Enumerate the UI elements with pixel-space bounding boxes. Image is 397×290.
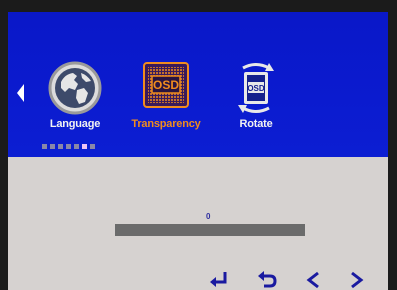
menu-item-language[interactable]: Language: [30, 60, 120, 140]
right-arrow-icon[interactable]: [348, 270, 366, 290]
menu-item-label: Language: [49, 118, 101, 130]
page-dot: [82, 144, 87, 149]
page-indicator: [42, 144, 122, 150]
osd-transparency-icon: OSD: [143, 62, 189, 108]
page-dot: [58, 144, 63, 149]
menu-item-transparency[interactable]: OSD Transparency: [121, 60, 211, 140]
menu-item-label: Rotate: [239, 118, 273, 130]
osd-rotate-icon: OSD: [238, 63, 274, 113]
menu-scroll-left-icon[interactable]: [17, 84, 24, 102]
svg-text:OSD: OSD: [247, 84, 265, 93]
page-dot: [50, 144, 55, 149]
enter-icon[interactable]: [208, 270, 230, 290]
menu-item-label: Transparency: [131, 118, 201, 130]
globe-icon: [48, 61, 102, 115]
osd-screen: Language OSD Transparency OSD Rotate 0: [8, 12, 388, 290]
transparency-slider[interactable]: [115, 224, 305, 236]
slider-value: 0: [206, 212, 211, 221]
svg-text:OSD: OSD: [153, 78, 179, 92]
page-dot: [90, 144, 95, 149]
back-icon[interactable]: [256, 270, 278, 290]
page-dot: [66, 144, 71, 149]
page-dot: [42, 144, 47, 149]
menu-item-rotate[interactable]: OSD Rotate: [211, 60, 301, 140]
footer-controls: [208, 270, 388, 290]
page-dot: [74, 144, 79, 149]
left-arrow-icon[interactable]: [304, 270, 322, 290]
osd-menu-panel: Language OSD Transparency OSD Rotate: [8, 12, 388, 157]
